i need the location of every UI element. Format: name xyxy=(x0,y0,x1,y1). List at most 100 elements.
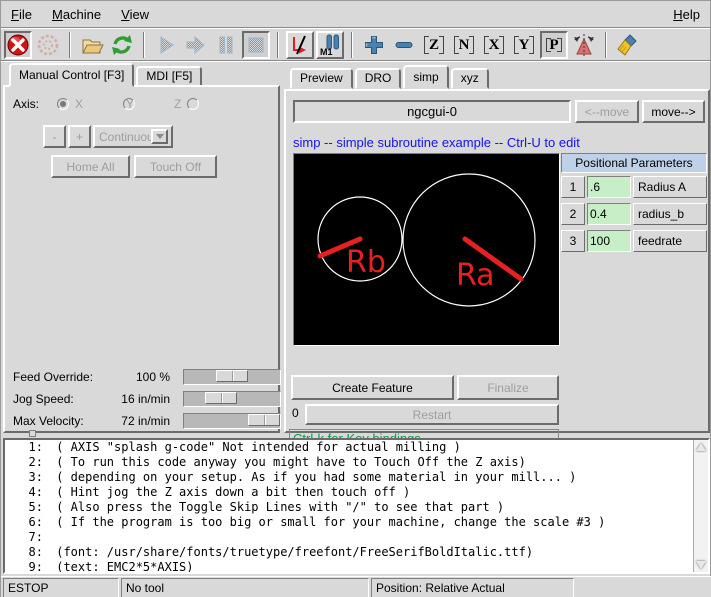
tab-mdi[interactable]: MDI [F5] xyxy=(136,66,202,87)
view-perspective-icon[interactable]: P xyxy=(540,31,568,59)
pane-sash-handle[interactable] xyxy=(29,430,36,437)
clear-plot-icon[interactable] xyxy=(614,31,642,59)
jog-mode-dropdown-arrow-icon[interactable] xyxy=(151,129,168,144)
machine-power-icon[interactable] xyxy=(34,31,62,59)
touch-off-button[interactable]: Touch Off xyxy=(134,155,217,178)
gcode-line: 4: ( Hint jog the Z axis down a bit then… xyxy=(5,485,708,500)
jog-minus-button[interactable]: - xyxy=(43,125,66,148)
estop-icon[interactable] xyxy=(4,31,32,59)
zoom-out-icon[interactable] xyxy=(390,31,418,59)
jog-speed-label: Jog Speed: xyxy=(13,392,74,406)
ngcgui-name-entry[interactable]: ngcgui-0 xyxy=(293,100,571,123)
move-left-button[interactable]: <--move xyxy=(575,100,639,123)
tab-dro[interactable]: DRO xyxy=(355,68,402,89)
line-text: (font: /usr/share/fonts/truetype/freefon… xyxy=(49,545,533,560)
menu-file[interactable]: File xyxy=(11,7,32,22)
param-feedrate-input[interactable] xyxy=(587,230,631,252)
open-file-glyph xyxy=(80,33,104,57)
manual-control-panel: Manual Control [F3] MDI [F5] Axis: X Y Z… xyxy=(3,63,280,433)
toolbar-separator xyxy=(143,32,145,58)
menu-help[interactable]: Help xyxy=(673,7,700,22)
run-icon[interactable] xyxy=(152,31,180,59)
toolbar-separator xyxy=(605,32,607,58)
max-velocity-handle[interactable] xyxy=(248,414,280,426)
line-number: 8: xyxy=(5,545,43,560)
param-number: 3 xyxy=(561,230,585,252)
feed-override-slider[interactable] xyxy=(183,369,281,385)
max-velocity-slider[interactable] xyxy=(183,413,281,429)
reload-icon[interactable] xyxy=(108,31,136,59)
run-from-line-icon[interactable] xyxy=(182,31,210,59)
gcode-line: 6: ( If the program is too big or small … xyxy=(5,515,708,530)
finalize-button[interactable]: Finalize xyxy=(457,375,559,400)
stop-icon[interactable] xyxy=(242,31,270,59)
menu-machine[interactable]: Machine xyxy=(52,7,101,22)
simp-tab-body: ngcgui-0 <--move move--> simp -- simple … xyxy=(284,89,710,433)
line-text: ( Hint jog the Z axis down a bit then to… xyxy=(49,485,410,500)
scroll-down-icon[interactable] xyxy=(696,561,706,569)
scroll-up-icon[interactable] xyxy=(696,443,706,451)
axis-label: Axis: xyxy=(13,97,39,111)
view-z-letter: Z xyxy=(429,37,439,54)
rotate-view-icon[interactable] xyxy=(570,31,598,59)
zoom-in-icon[interactable] xyxy=(360,31,388,59)
axis-x-radio[interactable] xyxy=(57,98,69,110)
param-name-label: Radius A xyxy=(633,176,707,198)
code-scrollbar[interactable] xyxy=(693,440,708,572)
line-number: 4: xyxy=(5,485,43,500)
param-radius-b-input[interactable] xyxy=(587,203,631,225)
pause-glyph xyxy=(214,33,238,57)
jog-speed-slider[interactable] xyxy=(183,391,281,407)
param-row: 1 Radius A xyxy=(561,176,707,198)
param-number: 1 xyxy=(561,176,585,198)
tab-manual-control[interactable]: Manual Control [F3] xyxy=(9,63,134,87)
view-z-icon[interactable]: Z xyxy=(420,31,448,59)
line-number: 9: xyxy=(5,560,43,574)
line-text: (text: EMC2*5*AXIS) xyxy=(49,560,194,574)
right-notebook-tabs: Preview DRO simp xyz xyxy=(290,65,491,89)
toggle-optional-pause-icon[interactable]: M1 xyxy=(316,31,344,59)
gcode-text-view[interactable]: 1: ( AXIS "splash g-code" Not intended f… xyxy=(3,438,710,574)
toolbar-separator xyxy=(69,32,71,58)
small-circle-label: Rb xyxy=(346,245,386,280)
jog-plus-button[interactable]: + xyxy=(68,125,91,148)
feed-override-handle[interactable] xyxy=(216,370,248,382)
reload-glyph xyxy=(110,33,134,57)
gcode-line: 5: ( Also press the Toggle Skip Lines wi… xyxy=(5,500,708,515)
max-velocity-label: Max Velocity: xyxy=(13,414,84,428)
tab-xyz[interactable]: xyz xyxy=(451,68,489,89)
feed-override-value: 100 % xyxy=(136,370,170,384)
menu-view[interactable]: View xyxy=(121,7,149,22)
tab-simp[interactable]: simp xyxy=(403,65,448,89)
zoom-in-glyph xyxy=(362,33,386,57)
toggle-skip-lines-icon[interactable] xyxy=(286,31,314,59)
view-x-icon[interactable]: X xyxy=(480,31,508,59)
open-file-icon[interactable] xyxy=(78,31,106,59)
create-feature-button[interactable]: Create Feature xyxy=(291,375,454,400)
jog-speed-handle[interactable] xyxy=(205,392,237,404)
positional-parameters-title: Positional Parameters xyxy=(561,153,707,173)
home-all-button[interactable]: Home All xyxy=(51,155,130,178)
line-number: 6: xyxy=(5,515,43,530)
status-bar: ESTOP No tool Position: Relative Actual xyxy=(1,576,711,597)
move-right-button[interactable]: move--> xyxy=(642,100,705,123)
view-y-icon[interactable]: Y xyxy=(510,31,538,59)
menu-bar: File Machine View Help xyxy=(1,1,710,28)
pause-icon[interactable] xyxy=(212,31,240,59)
view-x-letter: X xyxy=(489,37,500,54)
restart-button[interactable]: Restart xyxy=(305,404,559,425)
preview-drawing: Rb Ra xyxy=(294,154,557,343)
subroutine-preview-canvas: Rb Ra xyxy=(293,153,560,346)
toggle-skip-lines-glyph xyxy=(288,33,312,57)
m1-label: M1 xyxy=(320,47,333,57)
view-z-rotated-icon[interactable]: N xyxy=(450,31,478,59)
tab-preview[interactable]: Preview xyxy=(290,68,353,89)
gcode-line: 8: (font: /usr/share/fonts/truetype/free… xyxy=(5,545,708,560)
param-radius-a-input[interactable] xyxy=(587,176,631,198)
feed-override-label: Feed Override: xyxy=(13,370,93,384)
preview-notebook-panel: Preview DRO simp xyz ngcgui-0 <--move mo… xyxy=(284,63,710,433)
axis-z-label: Z xyxy=(174,97,181,111)
param-name-label: feedrate xyxy=(633,230,707,252)
axis-z-radio[interactable] xyxy=(187,98,199,110)
optional-pause-glyph: M1 xyxy=(318,33,342,57)
